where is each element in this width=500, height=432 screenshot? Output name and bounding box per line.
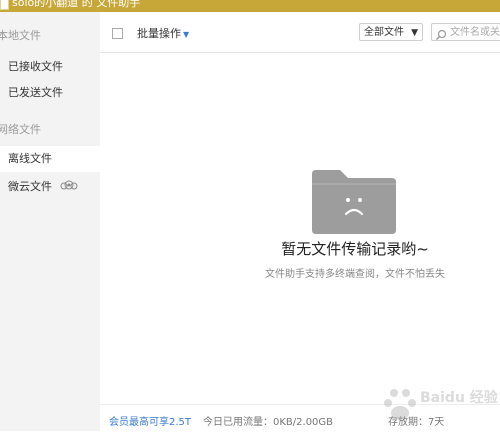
sidebar-item-weiyun-label: 微云文件	[8, 180, 52, 193]
search-input[interactable]: 文件名或关	[431, 23, 500, 41]
title-bar: solo的小翻道 的 文件助手	[0, 0, 500, 12]
batch-operation-label: 批量操作	[137, 27, 181, 40]
window-title: solo的小翻道 的 文件助手	[12, 0, 141, 9]
watermark-text: Baidu 经验	[420, 390, 498, 406]
empty-state-subtitle: 文件助手支持多终端查阅，文件不怕丢失	[265, 269, 445, 280]
sidebar-item-sent[interactable]: 已发送文件	[0, 80, 100, 106]
vip-upgrade-link[interactable]: 会员最高可享2.5T	[109, 413, 191, 428]
file-filter-value: 全部文件	[364, 27, 404, 38]
toolbar: 批量操作 ▼ 全部文件 ▼ 文件名或关	[100, 12, 500, 53]
sidebar-group-local: 本地文件	[0, 29, 41, 42]
cloud-icon	[60, 174, 78, 200]
batch-operation-button[interactable]: 批量操作 ▼	[137, 25, 189, 41]
select-all-checkbox[interactable]	[112, 28, 123, 39]
sidebar: 本地文件 已接收文件 已发送文件 网络文件 离线文件 微云文件	[0, 12, 100, 431]
sidebar-item-received[interactable]: 已接收文件	[0, 54, 100, 80]
sidebar-item-offline[interactable]: 离线文件	[0, 146, 100, 172]
baidu-watermark-logo: Baidu 经验	[380, 383, 500, 431]
sidebar-item-weiyun[interactable]: 微云文件	[0, 174, 100, 200]
sidebar-group-network: 网络文件	[0, 123, 41, 136]
app-icon	[0, 0, 9, 10]
empty-state-title: 暂无文件传输记录哟~	[281, 240, 429, 258]
sad-folder-icon	[310, 166, 398, 240]
caret-down-icon: ▼	[183, 30, 190, 39]
file-filter-dropdown[interactable]: 全部文件 ▼	[359, 23, 423, 41]
chevron-down-icon: ▼	[411, 28, 418, 38]
traffic-usage: 今日已用流量：0KB/2.00GB	[203, 417, 334, 428]
search-icon	[435, 26, 447, 40]
search-placeholder: 文件名或关	[450, 27, 500, 38]
